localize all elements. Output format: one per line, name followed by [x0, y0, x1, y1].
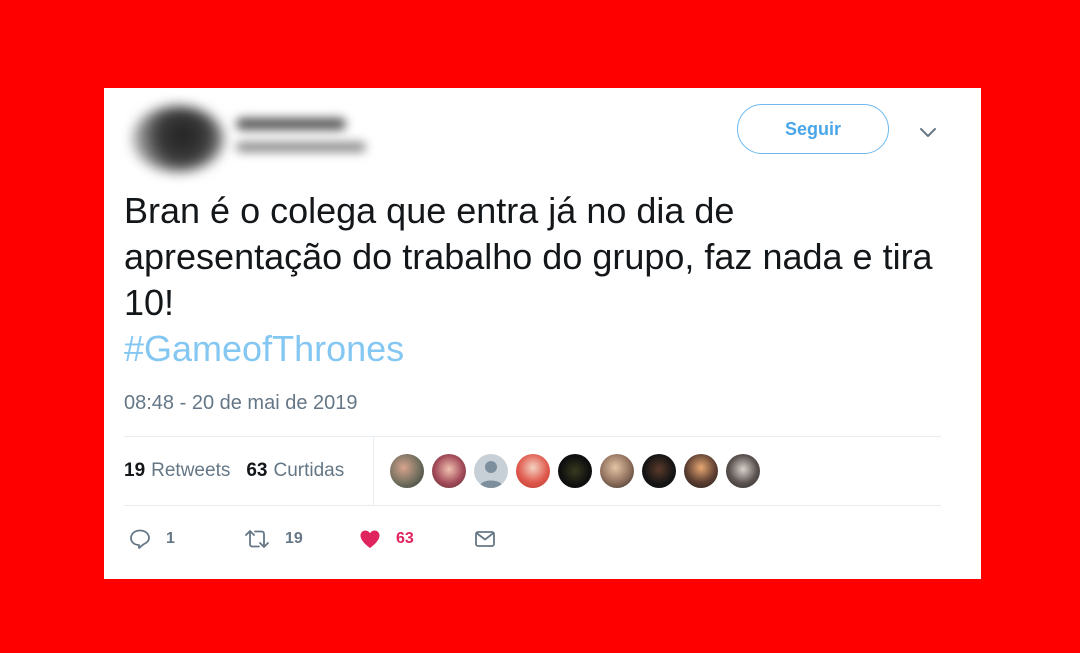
author-name-blurred[interactable]: [236, 118, 346, 130]
liker-avatar[interactable]: [642, 454, 676, 488]
liker-avatar[interactable]: [516, 454, 550, 488]
avatar[interactable]: [132, 106, 224, 172]
liker-avatar[interactable]: [684, 454, 718, 488]
liker-avatar[interactable]: [558, 454, 592, 488]
divider: [124, 505, 941, 506]
reply-button[interactable]: 1: [128, 527, 243, 551]
tweet-actions: 1 19 63: [128, 524, 497, 554]
retweets-stat[interactable]: 19 Retweets: [124, 460, 230, 482]
likes-count: 63: [246, 460, 268, 481]
default-avatar-icon: [479, 461, 503, 488]
liker-avatar[interactable]: [726, 454, 760, 488]
liker-avatar[interactable]: [432, 454, 466, 488]
author-header[interactable]: [124, 96, 374, 172]
reply-icon: [130, 529, 150, 549]
liker-avatar[interactable]: [600, 454, 634, 488]
retweets-label: Retweets: [151, 460, 231, 481]
like-count: 63: [396, 530, 414, 547]
retweet-count: 19: [285, 530, 303, 547]
hashtag-link[interactable]: #GameofThrones: [124, 326, 954, 372]
retweets-count: 19: [124, 460, 146, 481]
liker-avatar[interactable]: [390, 454, 424, 488]
envelope-icon: [475, 531, 495, 547]
author-handle-blurred: [236, 142, 366, 152]
tweet-body: Bran é o colega que entra já no dia de a…: [124, 190, 933, 323]
divider: [373, 437, 374, 505]
heart-icon: [360, 530, 380, 548]
likes-stat[interactable]: 63 Curtidas: [246, 460, 344, 482]
like-button[interactable]: 63: [358, 527, 473, 551]
likes-label: Curtidas: [273, 460, 345, 481]
tweet-card: Seguir Bran é o colega que entra já no d…: [104, 88, 981, 579]
direct-message-button[interactable]: [473, 527, 497, 551]
liker-avatar-default[interactable]: [474, 454, 508, 488]
retweet-icon: [245, 530, 269, 548]
tweet-text: Bran é o colega que entra já no dia de a…: [124, 188, 954, 372]
chevron-down-icon[interactable]: [916, 120, 940, 144]
tweet-timestamp[interactable]: 08:48 - 20 de mai de 2019: [124, 392, 358, 415]
retweet-button[interactable]: 19: [243, 527, 358, 551]
reply-count: 1: [166, 530, 175, 547]
follow-button[interactable]: Seguir: [737, 104, 889, 154]
liker-avatars: [390, 454, 768, 488]
engagement-stats: 19 Retweets 63 Curtidas: [124, 437, 360, 505]
